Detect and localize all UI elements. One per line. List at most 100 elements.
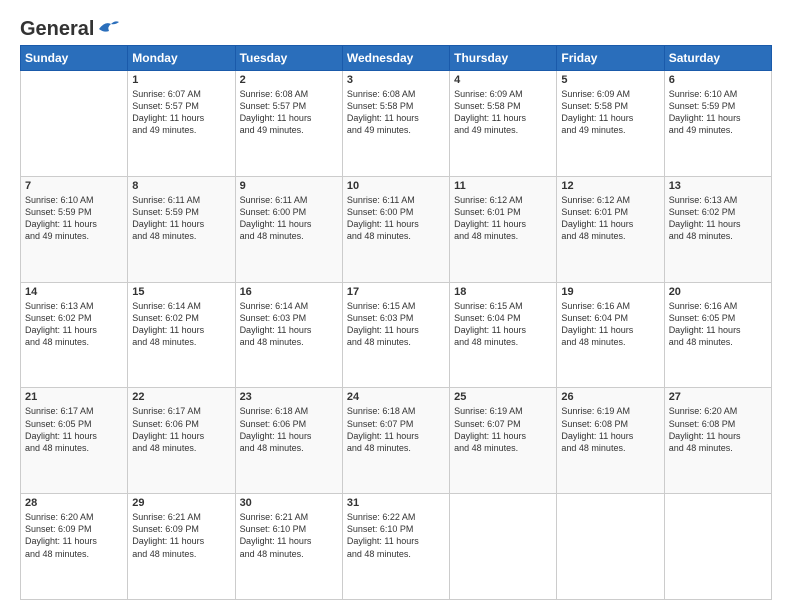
- header: General: [20, 18, 772, 37]
- day-info: Sunrise: 6:16 AMSunset: 6:05 PMDaylight:…: [669, 300, 767, 349]
- day-number: 21: [25, 391, 123, 403]
- calendar-cell: 4 Sunrise: 6:09 AMSunset: 5:58 PMDaylight…: [450, 71, 557, 177]
- day-info: Sunrise: 6:13 AMSunset: 6:02 PMDaylight:…: [25, 300, 123, 349]
- logo-general: General: [20, 18, 94, 41]
- calendar-cell: 23 Sunrise: 6:18 AMSunset: 6:06 PMDayligh…: [235, 388, 342, 494]
- day-number: 29: [132, 497, 230, 509]
- calendar-cell: 11 Sunrise: 6:12 AMSunset: 6:01 PMDayligh…: [450, 176, 557, 282]
- day-number: 13: [669, 180, 767, 192]
- calendar-cell: 26 Sunrise: 6:19 AMSunset: 6:08 PMDayligh…: [557, 388, 664, 494]
- day-info: Sunrise: 6:08 AMSunset: 5:58 PMDaylight:…: [347, 88, 445, 137]
- day-info: Sunrise: 6:11 AMSunset: 6:00 PMDaylight:…: [347, 194, 445, 243]
- calendar-table: SundayMondayTuesdayWednesdayThursdayFrid…: [20, 45, 772, 600]
- calendar-week-row: 21 Sunrise: 6:17 AMSunset: 6:05 PMDayligh…: [21, 388, 772, 494]
- calendar-cell: [21, 71, 128, 177]
- day-number: 9: [240, 180, 338, 192]
- calendar-cell: 31Sunrise: 6:22 AMSunset: 6:10 PMDayligh…: [342, 494, 449, 600]
- calendar-cell: 19 Sunrise: 6:16 AMSunset: 6:04 PMDayligh…: [557, 282, 664, 388]
- day-number: 7: [25, 180, 123, 192]
- logo: General: [20, 18, 119, 37]
- day-info: Sunrise: 6:17 AMSunset: 6:05 PMDaylight:…: [25, 405, 123, 454]
- day-info: Sunrise: 6:11 AMSunset: 5:59 PMDaylight:…: [132, 194, 230, 243]
- calendar-cell: 13 Sunrise: 6:13 AMSunset: 6:02 PMDayligh…: [664, 176, 771, 282]
- calendar-cell: 14 Sunrise: 6:13 AMSunset: 6:02 PMDayligh…: [21, 282, 128, 388]
- calendar-cell: 21 Sunrise: 6:17 AMSunset: 6:05 PMDayligh…: [21, 388, 128, 494]
- calendar-cell: [557, 494, 664, 600]
- day-info: Sunrise: 6:18 AMSunset: 6:06 PMDaylight:…: [240, 405, 338, 454]
- calendar-week-row: 14 Sunrise: 6:13 AMSunset: 6:02 PMDayligh…: [21, 282, 772, 388]
- day-number: 28: [25, 497, 123, 509]
- calendar-weekday-sunday: Sunday: [21, 46, 128, 71]
- calendar-cell: 15 Sunrise: 6:14 AMSunset: 6:02 PMDayligh…: [128, 282, 235, 388]
- calendar-cell: 9 Sunrise: 6:11 AMSunset: 6:00 PMDaylight…: [235, 176, 342, 282]
- day-number: 24: [347, 391, 445, 403]
- page: General SundayMondayTuesdayWednesdayThur…: [0, 0, 792, 612]
- day-number: 12: [561, 180, 659, 192]
- day-number: 6: [669, 74, 767, 86]
- day-number: 30: [240, 497, 338, 509]
- day-number: 17: [347, 286, 445, 298]
- day-info: Sunrise: 6:10 AMSunset: 5:59 PMDaylight:…: [25, 194, 123, 243]
- calendar-cell: 1Sunrise: 6:07 AMSunset: 5:57 PMDaylight…: [128, 71, 235, 177]
- day-number: 26: [561, 391, 659, 403]
- calendar-cell: 18 Sunrise: 6:15 AMSunset: 6:04 PMDayligh…: [450, 282, 557, 388]
- day-info: Sunrise: 6:12 AMSunset: 6:01 PMDaylight:…: [454, 194, 552, 243]
- day-number: 14: [25, 286, 123, 298]
- calendar-week-row: 7 Sunrise: 6:10 AMSunset: 5:59 PMDaylight…: [21, 176, 772, 282]
- day-info: Sunrise: 6:21 AMSunset: 6:10 PMDaylight:…: [240, 511, 338, 560]
- calendar-weekday-friday: Friday: [557, 46, 664, 71]
- day-number: 19: [561, 286, 659, 298]
- day-info: Sunrise: 6:07 AMSunset: 5:57 PMDaylight:…: [132, 88, 230, 137]
- calendar-cell: 5 Sunrise: 6:09 AMSunset: 5:58 PMDaylight…: [557, 71, 664, 177]
- day-info: Sunrise: 6:21 AMSunset: 6:09 PMDaylight:…: [132, 511, 230, 560]
- day-number: 16: [240, 286, 338, 298]
- logo-bird-icon: [97, 19, 119, 37]
- calendar-weekday-tuesday: Tuesday: [235, 46, 342, 71]
- calendar-cell: 7 Sunrise: 6:10 AMSunset: 5:59 PMDaylight…: [21, 176, 128, 282]
- day-number: 15: [132, 286, 230, 298]
- day-number: 11: [454, 180, 552, 192]
- calendar-weekday-wednesday: Wednesday: [342, 46, 449, 71]
- day-number: 5: [561, 74, 659, 86]
- calendar-cell: 20 Sunrise: 6:16 AMSunset: 6:05 PMDayligh…: [664, 282, 771, 388]
- calendar-cell: 29 Sunrise: 6:21 AMSunset: 6:09 PMDayligh…: [128, 494, 235, 600]
- day-info: Sunrise: 6:20 AMSunset: 6:09 PMDaylight:…: [25, 511, 123, 560]
- calendar-weekday-monday: Monday: [128, 46, 235, 71]
- calendar-week-row: 1Sunrise: 6:07 AMSunset: 5:57 PMDaylight…: [21, 71, 772, 177]
- day-number: 3: [347, 74, 445, 86]
- day-number: 8: [132, 180, 230, 192]
- calendar-weekday-thursday: Thursday: [450, 46, 557, 71]
- day-number: 22: [132, 391, 230, 403]
- day-number: 27: [669, 391, 767, 403]
- day-number: 18: [454, 286, 552, 298]
- day-info: Sunrise: 6:18 AMSunset: 6:07 PMDaylight:…: [347, 405, 445, 454]
- day-number: 25: [454, 391, 552, 403]
- calendar-cell: 6 Sunrise: 6:10 AMSunset: 5:59 PMDaylight…: [664, 71, 771, 177]
- day-info: Sunrise: 6:19 AMSunset: 6:07 PMDaylight:…: [454, 405, 552, 454]
- day-number: 4: [454, 74, 552, 86]
- day-info: Sunrise: 6:14 AMSunset: 6:02 PMDaylight:…: [132, 300, 230, 349]
- day-number: 31: [347, 497, 445, 509]
- calendar-cell: 24 Sunrise: 6:18 AMSunset: 6:07 PMDayligh…: [342, 388, 449, 494]
- day-info: Sunrise: 6:09 AMSunset: 5:58 PMDaylight:…: [454, 88, 552, 137]
- day-info: Sunrise: 6:14 AMSunset: 6:03 PMDaylight:…: [240, 300, 338, 349]
- day-info: Sunrise: 6:15 AMSunset: 6:04 PMDaylight:…: [454, 300, 552, 349]
- calendar-cell: 8 Sunrise: 6:11 AMSunset: 5:59 PMDaylight…: [128, 176, 235, 282]
- calendar-cell: [664, 494, 771, 600]
- day-info: Sunrise: 6:11 AMSunset: 6:00 PMDaylight:…: [240, 194, 338, 243]
- day-info: Sunrise: 6:13 AMSunset: 6:02 PMDaylight:…: [669, 194, 767, 243]
- day-number: 23: [240, 391, 338, 403]
- day-info: Sunrise: 6:09 AMSunset: 5:58 PMDaylight:…: [561, 88, 659, 137]
- calendar-cell: 22Sunrise: 6:17 AMSunset: 6:06 PMDayligh…: [128, 388, 235, 494]
- day-info: Sunrise: 6:16 AMSunset: 6:04 PMDaylight:…: [561, 300, 659, 349]
- calendar-cell: [450, 494, 557, 600]
- day-info: Sunrise: 6:19 AMSunset: 6:08 PMDaylight:…: [561, 405, 659, 454]
- calendar-cell: 3 Sunrise: 6:08 AMSunset: 5:58 PMDaylight…: [342, 71, 449, 177]
- day-number: 20: [669, 286, 767, 298]
- calendar-cell: 30 Sunrise: 6:21 AMSunset: 6:10 PMDayligh…: [235, 494, 342, 600]
- day-info: Sunrise: 6:12 AMSunset: 6:01 PMDaylight:…: [561, 194, 659, 243]
- calendar-cell: 10Sunrise: 6:11 AMSunset: 6:00 PMDayligh…: [342, 176, 449, 282]
- calendar-cell: 25 Sunrise: 6:19 AMSunset: 6:07 PMDayligh…: [450, 388, 557, 494]
- day-info: Sunrise: 6:10 AMSunset: 5:59 PMDaylight:…: [669, 88, 767, 137]
- day-info: Sunrise: 6:20 AMSunset: 6:08 PMDaylight:…: [669, 405, 767, 454]
